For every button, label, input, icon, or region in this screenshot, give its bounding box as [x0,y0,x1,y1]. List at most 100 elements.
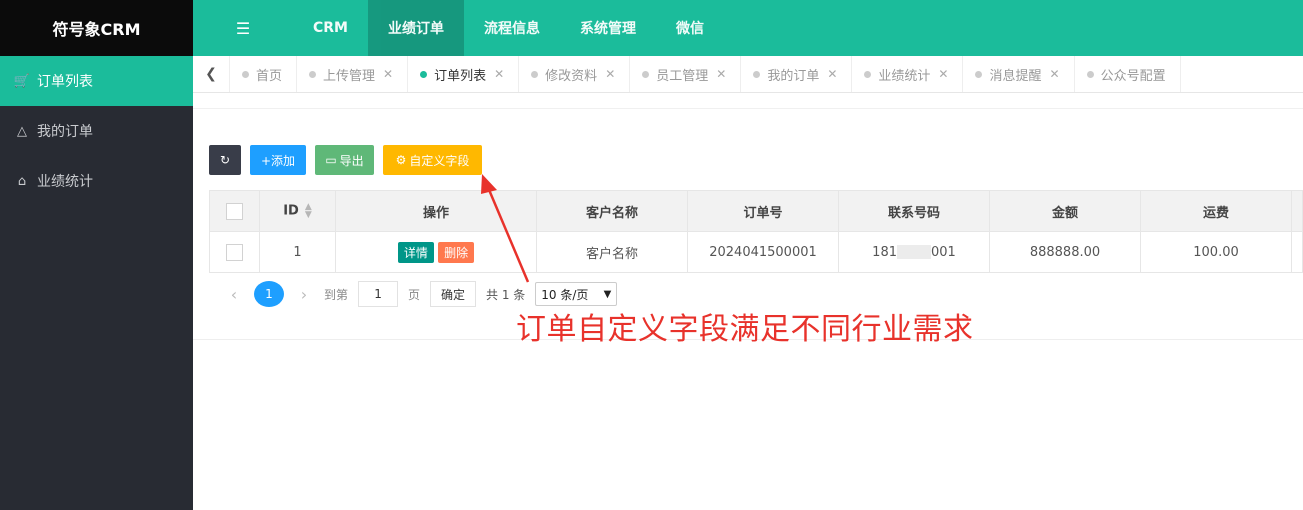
orders-table: ID ▲ ▼ 操作 客户名称 订单号 联系号码 金额 运费 1 详情 删除 客户名称… [209,190,1303,273]
header-customer: 客户名称 [536,190,688,232]
phone-mask [897,245,931,259]
table-row: 1 详情 删除 客户名称 2024041500001 181 001 888888… [209,231,1303,273]
sort-icon[interactable]: ▲ ▼ [305,203,312,220]
delete-button[interactable]: 删除 [438,241,475,263]
top-navigation: ☰ CRM 业绩订单 流程信息 系统管理 微信 [193,0,1303,56]
page-current[interactable]: 1 [254,281,284,307]
tab-messages[interactable]: 消息提醒 ✕ [963,56,1075,92]
tab-label: 我的订单 [767,68,820,84]
tab-bar: ❮ 首页 上传管理 ✕ 订单列表 ✕ 修改资料 ✕ 员工管理 ✕ 我的订单 ✕ 业绩统计 ✕… [193,56,1303,93]
detail-button[interactable]: 详情 [397,241,434,263]
topnav-item-system[interactable]: 系统管理 [560,0,656,56]
header-freight: 运费 [1140,190,1292,232]
sidebar: 🛒 订单列表 △ 我的订单 ⌂ 业绩统计 [0,56,193,510]
chevron-left-icon[interactable]: ❮ [193,56,230,92]
header-id[interactable]: ID ▲ ▼ [259,190,336,232]
custom-fields-button[interactable]: ⚙ 自定义字段 [383,145,482,175]
select-all-cell [209,190,260,232]
sidebar-item-performance[interactable]: ⌂ 业绩统计 [0,156,193,206]
topnav-item-flow[interactable]: 流程信息 [464,0,560,56]
page-input[interactable]: 1 [358,281,399,307]
tab-performance[interactable]: 业绩统计 ✕ [852,56,964,92]
header-amount: 金额 [989,190,1141,232]
header-phone: 联系号码 [838,190,990,232]
toolbar: ↻ +添加 ▭ 导出 ⚙ 自定义字段 [209,145,482,175]
export-icon: ▭ [325,153,337,167]
tab-profile[interactable]: 修改资料 ✕ [519,56,631,92]
header-label: ID [283,203,299,219]
basket-icon: △ [17,123,27,139]
header-extra [1291,190,1303,232]
annotation-text: 订单自定义字段满足不同行业需求 [516,312,974,347]
goto-label: 到第 [324,287,349,302]
tab-order-list[interactable]: 订单列表 ✕ [408,56,520,92]
table-header-row: ID ▲ ▼ 操作 客户名称 订单号 联系号码 金额 运费 [209,190,1303,232]
tab-staff[interactable]: 员工管理 ✕ [630,56,742,92]
refresh-button[interactable]: ↻ [209,145,241,175]
tab-my-orders[interactable]: 我的订单 ✕ [741,56,853,92]
cart-icon: 🛒 [13,73,31,89]
tab-label: 消息提醒 [989,68,1042,84]
close-icon[interactable]: ✕ [716,67,726,81]
next-page-icon[interactable]: › [294,285,314,304]
close-icon[interactable]: ✕ [827,67,837,81]
dot-icon [242,71,249,78]
select-all-checkbox[interactable] [226,202,243,220]
sidebar-item-order-list[interactable]: 🛒 订单列表 [0,56,193,106]
cell-order-no: 2024041500001 [687,231,839,273]
sidebar-item-label: 业绩统计 [37,174,93,190]
tab-label: 公众号配置 [1100,68,1166,84]
dot-icon [975,71,983,78]
page-size-value: 10 条/页 [541,287,589,302]
annotation-arrow-icon [481,174,530,283]
add-button[interactable]: +添加 [250,145,306,175]
menu-icon[interactable]: ☰ [193,0,293,56]
page-size-select[interactable]: 10 条/页 ▼ [535,282,618,306]
topnav-item-crm[interactable]: CRM [293,0,368,56]
topnav-item-orders[interactable]: 业绩订单 [368,0,464,56]
row-select-cell [209,231,260,273]
tab-label: 业绩统计 [878,68,931,84]
dot-icon [420,71,428,78]
close-icon[interactable]: ✕ [1050,67,1060,81]
tab-home[interactable]: 首页 [230,56,298,92]
cell-phone: 181 001 [838,231,990,273]
tab-label: 修改资料 [545,68,598,84]
tab-label: 首页 [256,68,283,84]
bank-icon: ⌂ [17,173,27,189]
topnav-item-wechat[interactable]: 微信 [656,0,724,56]
close-icon[interactable]: ✕ [938,67,948,81]
page-label: 页 [408,287,421,302]
cell-freight: 100.00 [1140,231,1292,273]
prev-page-icon[interactable]: ‹ [224,285,244,304]
dot-icon [309,71,317,78]
tab-upload[interactable]: 上传管理 ✕ [297,56,409,92]
close-icon[interactable]: ✕ [494,67,504,81]
refresh-icon: ↻ [219,153,231,167]
close-icon[interactable]: ✕ [605,67,615,81]
close-icon[interactable]: ✕ [383,67,393,81]
row-checkbox[interactable] [226,243,243,261]
dot-icon [642,71,650,78]
cell-customer: 客户名称 [536,231,688,273]
dot-icon [531,71,539,78]
dot-icon [753,71,761,78]
cell-amount: 888888.00 [989,231,1141,273]
sidebar-item-label: 订单列表 [37,74,93,90]
cell-extra [1291,231,1303,273]
chevron-down-icon: ▼ [603,288,612,300]
gears-icon: ⚙ [395,153,407,167]
custom-fields-label: 自定义字段 [409,153,470,168]
tab-official-account[interactable]: 公众号配置 [1075,56,1181,92]
export-button[interactable]: ▭ 导出 [315,145,374,175]
phone-prefix: 181 [872,244,897,260]
app-logo: 符号象CRM [0,0,193,56]
export-label: 导出 [339,153,364,168]
header-order-no: 订单号 [687,190,839,232]
tab-label: 上传管理 [323,68,376,84]
phone-suffix: 001 [931,244,956,260]
sidebar-item-my-orders[interactable]: △ 我的订单 [0,106,193,156]
sidebar-item-label: 我的订单 [37,124,93,140]
tab-label: 订单列表 [434,68,487,84]
cell-id: 1 [259,231,336,273]
